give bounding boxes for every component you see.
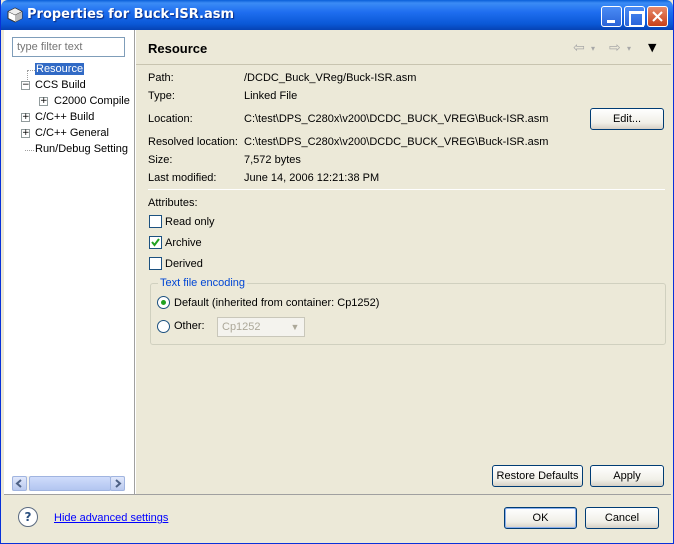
- scroll-right-button[interactable]: [110, 476, 125, 491]
- close-icon: [652, 11, 663, 22]
- text-encoding-title: Text file encoding: [158, 277, 247, 289]
- view-menu-icon[interactable]: ▼: [648, 41, 656, 54]
- forward-menu-icon[interactable]: ▾: [627, 44, 631, 53]
- separator: [148, 189, 665, 190]
- page-title: Resource: [148, 41, 208, 56]
- type-value: Linked File: [244, 90, 298, 102]
- path-value: /DCDC_Buck_VReg/Buck-ISR.asm: [244, 72, 417, 84]
- tree-line: [27, 70, 35, 71]
- read-only-checkbox[interactable]: [149, 215, 162, 228]
- location-label: Location:: [148, 113, 193, 125]
- restore-defaults-button[interactable]: Restore Defaults: [492, 465, 583, 487]
- sidebar-item-cpp-general[interactable]: C/C++ General: [35, 127, 109, 139]
- dialog-footer: ? Hide advanced settings OK Cancel: [4, 494, 671, 540]
- archive-label[interactable]: Archive: [165, 237, 202, 249]
- horizontal-scrollbar[interactable]: [12, 476, 125, 491]
- forward-icon[interactable]: ⇨: [609, 40, 621, 56]
- default-encoding-label[interactable]: Default (inherited from container: Cp125…: [174, 297, 379, 309]
- checkmark-icon: [151, 238, 160, 247]
- path-label: Path:: [148, 72, 174, 84]
- scroll-thumb[interactable]: [29, 476, 111, 491]
- back-icon[interactable]: ⇦: [573, 40, 585, 56]
- chevron-right-icon: [115, 479, 122, 488]
- resolved-location-value: C:\test\DPS_C280x\v200\DCDC_BUCK_VREG\Bu…: [244, 136, 549, 148]
- read-only-label[interactable]: Read only: [165, 216, 215, 228]
- radio-selected-dot: [161, 300, 166, 305]
- expand-icon[interactable]: +: [21, 129, 30, 138]
- properties-dialog: Properties for Buck-ISR.asm Resource − C…: [0, 0, 674, 544]
- filter-input[interactable]: [12, 37, 125, 57]
- type-label: Type:: [148, 90, 175, 102]
- derived-checkbox[interactable]: [149, 257, 162, 270]
- maximize-button[interactable]: [624, 6, 645, 27]
- edit-button[interactable]: Edit...: [590, 108, 664, 130]
- derived-label[interactable]: Derived: [165, 258, 203, 270]
- chevron-down-icon: ▼: [287, 319, 303, 335]
- preference-tree-pane: Resource − CCS Build + C2000 Compile + C…: [4, 30, 135, 494]
- location-value: C:\test\DPS_C280x\v200\DCDC_BUCK_VREG\Bu…: [244, 113, 549, 125]
- hide-advanced-link[interactable]: Hide advanced settings: [54, 512, 168, 524]
- last-modified-label: Last modified:: [148, 172, 217, 184]
- chevron-left-icon: [15, 479, 22, 488]
- cancel-button[interactable]: Cancel: [585, 507, 659, 529]
- window-title: Properties for Buck-ISR.asm: [27, 7, 235, 22]
- other-encoding-radio[interactable]: [157, 320, 170, 333]
- size-value: 7,572 bytes: [244, 154, 301, 166]
- sidebar-item-cpp-build[interactable]: C/C++ Build: [35, 111, 94, 123]
- sidebar-item-resource[interactable]: Resource: [33, 62, 86, 76]
- minimize-button[interactable]: [601, 6, 622, 27]
- collapse-icon[interactable]: −: [21, 81, 30, 90]
- sidebar-item-ccs-build[interactable]: CCS Build: [35, 79, 86, 91]
- expand-icon[interactable]: +: [21, 113, 30, 122]
- archive-checkbox[interactable]: [149, 236, 162, 249]
- property-page: Resource ⇦ ▾ ⇨ ▾ ▼ Path: /DCDC_Buck_VReg…: [136, 30, 671, 494]
- attributes-label: Attributes:: [148, 197, 198, 209]
- dialog-body: Resource − CCS Build + C2000 Compile + C…: [4, 30, 671, 494]
- resolved-location-label: Resolved location:: [148, 136, 238, 148]
- tree-line: [25, 150, 34, 151]
- title-bar[interactable]: Properties for Buck-ISR.asm: [1, 0, 673, 30]
- last-modified-value: June 14, 2006 12:21:38 PM: [244, 172, 380, 184]
- sidebar-item-run-debug[interactable]: Run/Debug Setting: [35, 143, 128, 155]
- app-icon: [7, 7, 23, 23]
- close-button[interactable]: [647, 6, 668, 27]
- help-icon[interactable]: ?: [18, 507, 38, 527]
- size-label: Size:: [148, 154, 173, 166]
- expand-icon[interactable]: +: [39, 97, 48, 106]
- sidebar-item-c2000-compile[interactable]: C2000 Compile: [54, 95, 130, 107]
- apply-button[interactable]: Apply: [590, 465, 664, 487]
- back-menu-icon[interactable]: ▾: [591, 44, 595, 53]
- encoding-select[interactable]: Cp1252 ▼: [217, 317, 305, 337]
- other-encoding-label[interactable]: Other:: [174, 320, 205, 332]
- default-encoding-radio[interactable]: [157, 296, 170, 309]
- page-header: Resource ⇦ ▾ ⇨ ▾ ▼: [136, 30, 671, 65]
- ok-button[interactable]: OK: [504, 507, 577, 529]
- scroll-left-button[interactable]: [12, 476, 27, 491]
- encoding-select-value: Cp1252: [222, 321, 261, 333]
